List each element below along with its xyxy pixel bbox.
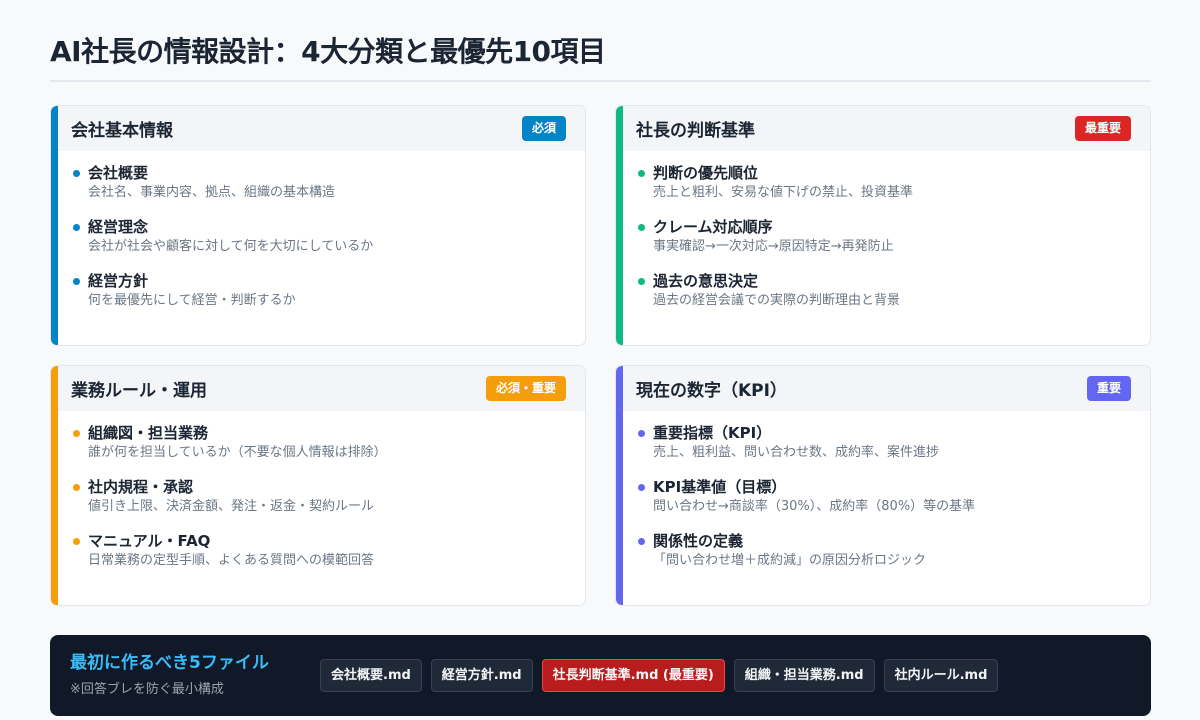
- item-description: 問い合わせ→商談率（30%）、成約率（80%）等の基準: [653, 499, 976, 514]
- first-files-banner: 最初に作るべき5ファイル ※回答ブレを防ぐ最小構成 会社概要.md 経営方針.m…: [50, 635, 1151, 716]
- bullet-icon: [73, 484, 80, 491]
- file-chip: 組織・担当業務.md: [733, 659, 875, 692]
- bullet-icon: [73, 170, 80, 177]
- list-item: 重要指標（KPI） 売上、粗利益、問い合わせ数、成約率、案件進捗: [638, 423, 1140, 477]
- item-list: 判断の優先順位 売上と粗利、安易な値下げの禁止、投資基準 クレーム対応順序 事実…: [638, 163, 1140, 325]
- list-item: 判断の優先順位 売上と粗利、安易な値下げの禁止、投資基準: [638, 163, 1140, 217]
- required-important-badge: 必須・重要: [485, 376, 566, 401]
- item-description: 事実確認→一次対応→原因特定→再発防止: [653, 239, 894, 254]
- item-description: 会社名、事業内容、拠点、組織の基本構造: [88, 185, 336, 200]
- item-label: 重要指標（KPI）: [653, 424, 772, 442]
- item-description: 「問い合わせ増＋成約減」の原因分析ロジック: [653, 553, 927, 568]
- item-description: 売上、粗利益、問い合わせ数、成約率、案件進捗: [653, 445, 940, 460]
- bullet-icon: [638, 224, 645, 231]
- card-company-basics: 会社基本情報 必須 会社概要 会社名、事業内容、拠点、組織の基本構造 経営理念 …: [50, 105, 586, 346]
- card-title: 社長の判断基準: [636, 121, 755, 141]
- file-chip: 経営方針.md: [430, 659, 533, 692]
- item-list: 重要指標（KPI） 売上、粗利益、問い合わせ数、成約率、案件進捗 KPI基準値（…: [638, 423, 1140, 585]
- required-badge: 必須: [521, 116, 566, 141]
- bullet-icon: [73, 224, 80, 231]
- list-item: 会社概要 会社名、事業内容、拠点、組織の基本構造: [73, 163, 575, 217]
- item-description: 値引き上限、決済金額、発注・返金・契約ルール: [88, 499, 375, 514]
- card-president-criteria: 社長の判断基準 最重要 判断の優先順位 売上と粗利、安易な値下げの禁止、投資基準…: [615, 105, 1151, 346]
- list-item: 社内規程・承認 値引き上限、決済金額、発注・返金・契約ルール: [73, 477, 575, 531]
- item-label: KPI基準値（目標）: [653, 478, 787, 496]
- list-item: 過去の意思決定 過去の経営会議での実際の判断理由と背景: [638, 271, 1140, 325]
- card-accent-bar: [51, 106, 58, 345]
- item-label: 会社概要: [88, 164, 149, 182]
- item-description: 過去の経営会議での実際の判断理由と背景: [653, 293, 901, 308]
- item-label: 経営理念: [88, 218, 149, 236]
- bullet-icon: [638, 278, 645, 285]
- card-business-rules: 業務ルール・運用 必須・重要 組織図・担当業務 誰が何を担当しているか（不要な個…: [50, 365, 586, 606]
- card-title: 会社基本情報: [71, 121, 173, 141]
- item-label: 社内規程・承認: [88, 478, 194, 496]
- item-list: 組織図・担当業務 誰が何を担当しているか（不要な個人情報は排除） 社内規程・承認…: [73, 423, 575, 585]
- item-label: クレーム対応順序: [653, 218, 773, 236]
- card-accent-bar: [616, 106, 623, 345]
- list-item: 経営方針 何を最優先にして経営・判断するか: [73, 271, 575, 325]
- banner-note: ※回答ブレを防ぐ最小構成: [70, 682, 224, 697]
- bullet-icon: [638, 430, 645, 437]
- item-description: 日常業務の定型手順、よくある質問への模範回答: [88, 553, 375, 568]
- card-header: 業務ルール・運用 必須・重要: [58, 366, 585, 411]
- list-item: 組織図・担当業務 誰が何を担当しているか（不要な個人情報は排除）: [73, 423, 575, 477]
- bullet-icon: [638, 538, 645, 545]
- card-header: 会社基本情報 必須: [58, 106, 585, 151]
- bullet-icon: [73, 278, 80, 285]
- list-item: 関係性の定義 「問い合わせ増＋成約減」の原因分析ロジック: [638, 531, 1140, 585]
- file-chip: 社内ルール.md: [883, 659, 999, 692]
- item-label: 関係性の定義: [653, 532, 744, 550]
- bullet-icon: [638, 484, 645, 491]
- item-label: 判断の優先順位: [653, 164, 759, 182]
- page-title: AI社長の情報設計：4大分類と最優先10項目: [50, 35, 606, 68]
- file-chip-list: 会社概要.md 経営方針.md 社長判断基準.md (最重要) 組織・担当業務.…: [320, 659, 999, 692]
- card-title: 現在の数字（KPI）: [636, 381, 787, 401]
- bullet-icon: [73, 430, 80, 437]
- item-list: 会社概要 会社名、事業内容、拠点、組織の基本構造 経営理念 会社が社会や顧客に対…: [73, 163, 575, 325]
- list-item: クレーム対応順序 事実確認→一次対応→原因特定→再発防止: [638, 217, 1140, 271]
- list-item: マニュアル・FAQ 日常業務の定型手順、よくある質問への模範回答: [73, 531, 575, 585]
- card-current-kpi: 現在の数字（KPI） 重要 重要指標（KPI） 売上、粗利益、問い合わせ数、成約…: [615, 365, 1151, 606]
- banner-title: 最初に作るべき5ファイル: [70, 653, 269, 673]
- item-label: 組織図・担当業務: [88, 424, 209, 442]
- card-accent-bar: [51, 366, 58, 605]
- top-priority-badge: 最重要: [1074, 116, 1131, 141]
- item-label: マニュアル・FAQ: [88, 532, 211, 550]
- card-title: 業務ルール・運用: [71, 381, 207, 401]
- file-chip: 会社概要.md: [320, 659, 422, 692]
- bullet-icon: [73, 538, 80, 545]
- card-header: 現在の数字（KPI） 重要: [623, 366, 1150, 411]
- important-badge: 重要: [1086, 376, 1131, 401]
- item-description: 誰が何を担当しているか（不要な個人情報は排除）: [88, 445, 387, 460]
- card-accent-bar: [616, 366, 623, 605]
- card-header: 社長の判断基準 最重要: [623, 106, 1150, 151]
- title-divider: [50, 80, 1151, 82]
- item-label: 経営方針: [88, 272, 149, 290]
- item-description: 何を最優先にして経営・判断するか: [88, 293, 296, 308]
- file-chip-top-priority: 社長判断基準.md (最重要): [541, 659, 725, 692]
- item-label: 過去の意思決定: [653, 272, 759, 290]
- item-description: 会社が社会や顧客に対して何を大切にしているか: [88, 239, 374, 254]
- bullet-icon: [638, 170, 645, 177]
- item-description: 売上と粗利、安易な値下げの禁止、投資基準: [653, 185, 914, 200]
- list-item: KPI基準値（目標） 問い合わせ→商談率（30%）、成約率（80%）等の基準: [638, 477, 1140, 531]
- list-item: 経営理念 会社が社会や顧客に対して何を大切にしているか: [73, 217, 575, 271]
